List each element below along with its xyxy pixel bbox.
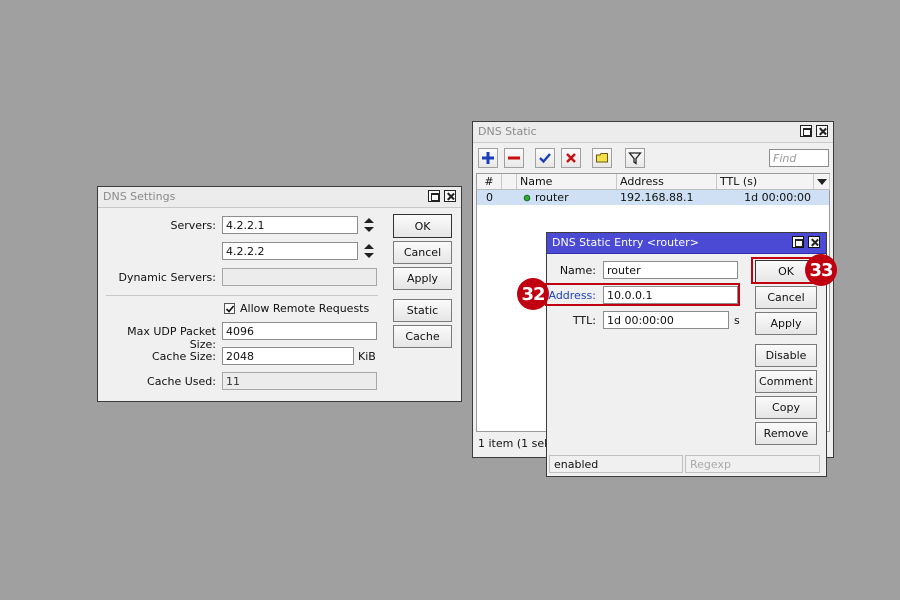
ttl-input[interactable]: 1d 00:00:00 bbox=[603, 311, 729, 329]
ttl-unit: s bbox=[734, 314, 740, 327]
servers-label: Servers: bbox=[170, 219, 216, 232]
dynamic-servers-label: Dynamic Servers: bbox=[118, 271, 216, 284]
separator bbox=[106, 295, 378, 296]
close-icon[interactable] bbox=[444, 190, 456, 202]
close-icon[interactable] bbox=[816, 125, 828, 137]
enable-button[interactable] bbox=[535, 148, 555, 168]
entry-title: DNS Static Entry <router> bbox=[552, 236, 699, 249]
static-button[interactable]: Static bbox=[393, 299, 452, 322]
allow-remote-label[interactable]: Allow Remote Requests bbox=[240, 302, 369, 315]
row-num: 0 bbox=[486, 191, 493, 204]
cache-size-label: Cache Size: bbox=[152, 350, 216, 363]
server2-updown-icon[interactable] bbox=[363, 244, 375, 258]
find-placeholder: Find bbox=[773, 152, 797, 165]
comment-button[interactable] bbox=[592, 148, 612, 168]
entry-disable-button[interactable]: Disable bbox=[755, 344, 817, 367]
column-header-blank[interactable] bbox=[502, 174, 517, 190]
name-label: Name: bbox=[559, 264, 596, 277]
max-udp-label: Max UDP Packet Size: bbox=[127, 325, 216, 351]
row-address: 192.168.88.1 bbox=[620, 191, 694, 204]
dns-settings-title: DNS Settings bbox=[103, 190, 176, 203]
column-header-address[interactable]: Address bbox=[617, 174, 717, 190]
apply-button[interactable]: Apply bbox=[393, 267, 452, 290]
entry-copy-button[interactable]: Copy bbox=[755, 396, 817, 419]
address-highlight bbox=[545, 283, 740, 306]
entry-cancel-button[interactable]: Cancel bbox=[755, 286, 817, 309]
column-header-name[interactable]: Name bbox=[517, 174, 617, 190]
enable-icon bbox=[539, 153, 551, 164]
dropdown-arrow-icon bbox=[817, 179, 827, 185]
maximize-icon[interactable] bbox=[800, 125, 812, 137]
remove-icon bbox=[508, 156, 520, 160]
column-menu-button[interactable] bbox=[814, 174, 830, 190]
add-icon bbox=[482, 152, 494, 164]
column-header-ttl[interactable]: TTL (s) bbox=[717, 174, 814, 190]
ttl-label: TTL: bbox=[572, 314, 596, 327]
entry-remove-button[interactable]: Remove bbox=[755, 422, 817, 445]
ok-button[interactable]: OK bbox=[393, 214, 452, 238]
row-name: router bbox=[535, 191, 569, 204]
max-udp-input[interactable]: 4096 bbox=[222, 322, 377, 340]
name-input[interactable]: router bbox=[603, 261, 738, 279]
close-icon[interactable] bbox=[808, 236, 820, 248]
entry-status-enabled: enabled bbox=[549, 455, 683, 473]
column-header-num[interactable]: # bbox=[477, 174, 502, 190]
table-row[interactable]: 0 router 192.168.88.1 1d 00:00:00 bbox=[477, 190, 829, 205]
dynamic-servers-field bbox=[222, 268, 377, 286]
dns-static-title: DNS Static bbox=[478, 125, 537, 138]
allow-remote-checkbox[interactable] bbox=[224, 303, 235, 314]
server2-input[interactable]: 4.2.2.2 bbox=[222, 242, 358, 260]
cache-size-unit: KiB bbox=[358, 350, 376, 363]
add-button[interactable] bbox=[478, 148, 498, 168]
cache-used-label: Cache Used: bbox=[147, 375, 216, 388]
row-ttl: 1d 00:00:00 bbox=[744, 191, 811, 204]
disable-icon bbox=[566, 153, 576, 163]
entry-apply-button[interactable]: Apply bbox=[755, 312, 817, 335]
remove-button[interactable] bbox=[504, 148, 524, 168]
filter-button[interactable] bbox=[625, 148, 645, 168]
find-input[interactable]: Find bbox=[769, 149, 829, 167]
maximize-icon[interactable] bbox=[428, 190, 440, 202]
entry-status-regexp: Regexp bbox=[685, 455, 820, 473]
maximize-icon[interactable] bbox=[792, 236, 804, 248]
entry-titlebar[interactable]: DNS Static Entry <router> bbox=[547, 233, 826, 254]
server1-input[interactable]: 4.2.2.1 bbox=[222, 216, 358, 234]
comment-icon bbox=[596, 153, 608, 163]
check-icon bbox=[225, 305, 235, 313]
callout-33: 33 bbox=[805, 254, 837, 286]
dns-settings-titlebar[interactable]: DNS Settings bbox=[98, 187, 461, 208]
cache-size-input[interactable]: 2048 bbox=[222, 347, 354, 365]
callout-32: 32 bbox=[517, 278, 549, 310]
cache-used-field: 11 bbox=[222, 372, 377, 390]
cache-button[interactable]: Cache bbox=[393, 325, 452, 348]
filter-icon bbox=[628, 152, 642, 165]
cancel-button[interactable]: Cancel bbox=[393, 241, 452, 264]
dns-settings-window: DNS Settings Servers: 4.2.2.1 4.2.2.2 Dy… bbox=[97, 186, 462, 402]
server1-updown-icon[interactable] bbox=[363, 218, 375, 232]
entry-comment-button[interactable]: Comment bbox=[755, 370, 817, 393]
status-dot-icon bbox=[523, 194, 531, 202]
disable-button[interactable] bbox=[561, 148, 581, 168]
dns-static-titlebar[interactable]: DNS Static bbox=[473, 122, 833, 143]
